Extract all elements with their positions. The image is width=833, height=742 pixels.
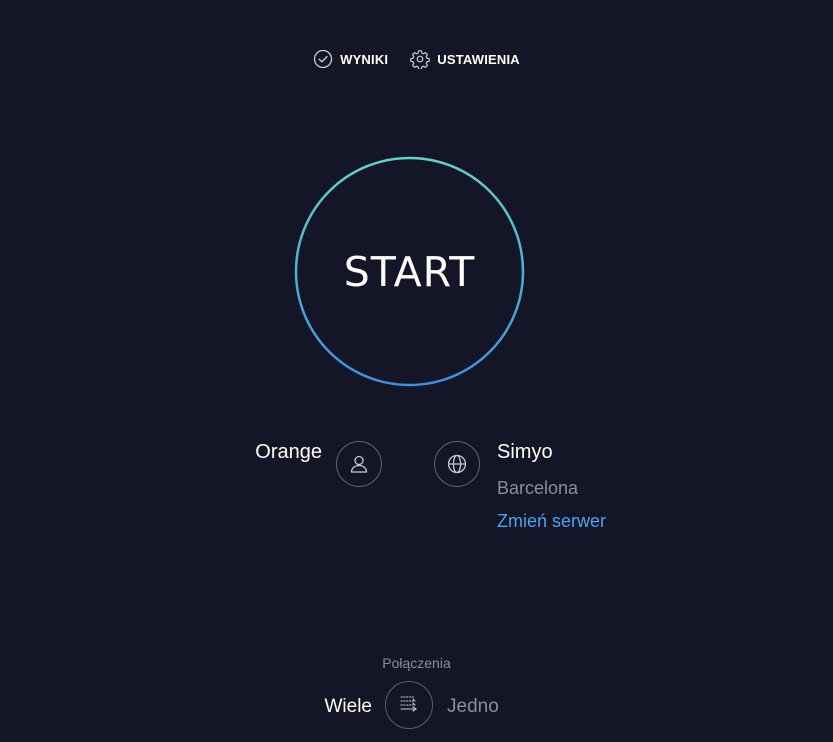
change-server-link[interactable]: Zmień serwer [497, 511, 606, 532]
isp-name: Orange [255, 441, 322, 463]
gear-icon [410, 49, 431, 69]
check-circle-icon [313, 49, 333, 69]
top-nav: WYNIKI USTAWIENIA [0, 49, 833, 69]
server-location: Barcelona [497, 478, 579, 498]
settings-nav-item[interactable]: USTAWIENIA [410, 49, 520, 69]
globe-icon[interactable] [434, 441, 480, 487]
server-name: Simyo [497, 441, 553, 463]
speedtest-page: WYNIKI USTAWIENIA START Orange Simyo Bar… [0, 0, 833, 742]
settings-nav-label: USTAWIENIA [437, 51, 520, 67]
user-icon [336, 441, 382, 487]
results-nav-item[interactable]: WYNIKI [313, 49, 388, 69]
connections-multi-option[interactable]: Wiele [324, 696, 372, 718]
start-button[interactable]: START [297, 159, 522, 384]
results-nav-label: WYNIKI [340, 51, 389, 67]
connections-single-option[interactable]: Jedno [447, 696, 499, 718]
connections-label: Połączenia [382, 655, 451, 671]
start-label: START [343, 247, 476, 296]
multi-connection-icon [398, 692, 420, 719]
connections-toggle-button[interactable] [385, 681, 433, 729]
start-button-wrapper: START [294, 156, 525, 387]
